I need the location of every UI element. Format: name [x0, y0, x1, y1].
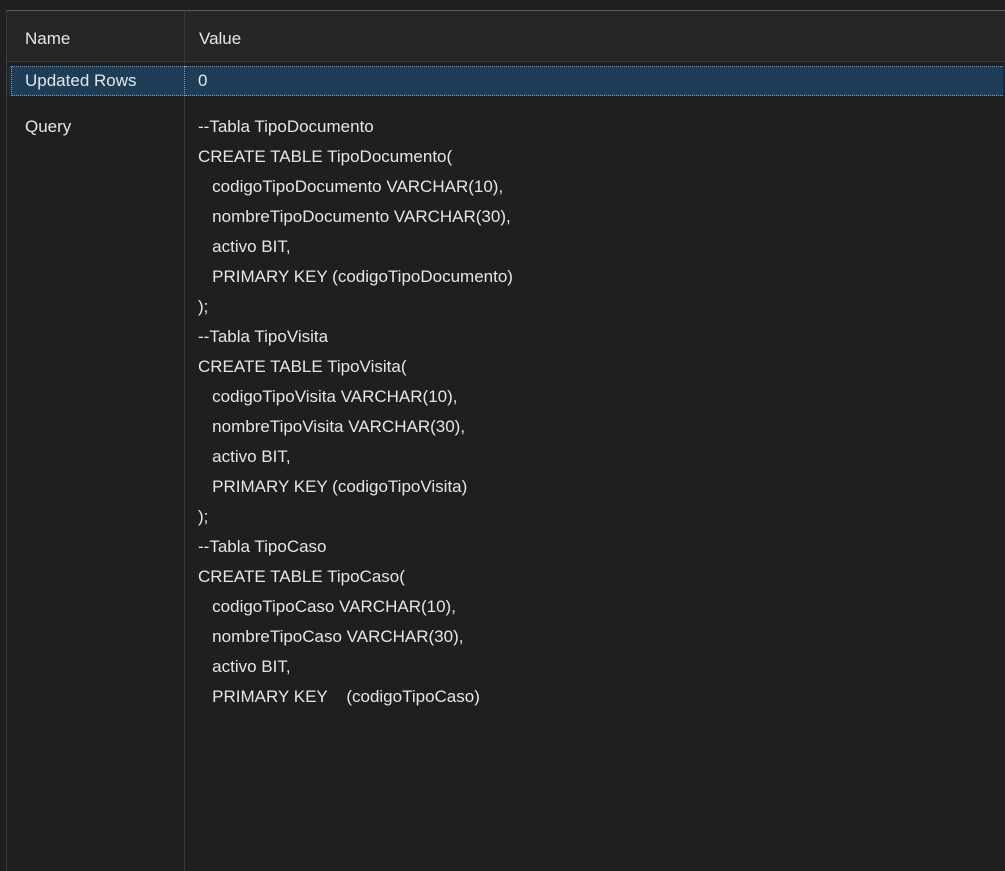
value-cell-selected[interactable]	[185, 66, 1003, 96]
query-line: codigoTipoCaso VARCHAR(10),	[198, 597, 456, 616]
query-line: --Tabla TipoDocumento	[198, 117, 374, 136]
query-line: CREATE TABLE TipoCaso(	[198, 567, 405, 586]
query-line: PRIMARY KEY (codigoTipoDocumento)	[198, 267, 513, 286]
query-line: activo BIT,	[198, 447, 291, 466]
query-line: nombreTipoCaso VARCHAR(30),	[198, 627, 464, 646]
query-line: codigoTipoVisita VARCHAR(10),	[198, 387, 458, 406]
column-divider[interactable]	[184, 11, 185, 871]
query-line: nombreTipoDocumento VARCHAR(30),	[198, 207, 511, 226]
query-line: PRIMARY KEY (codigoTipoCaso)	[198, 687, 480, 706]
left-border	[6, 10, 7, 871]
query-line: nombreTipoVisita VARCHAR(30),	[198, 417, 466, 436]
results-properties-grid: Name Value Updated Rows 0 Query --Tabla …	[0, 0, 1005, 871]
query-line: activo BIT,	[198, 237, 291, 256]
updated-rows-value: 0	[198, 71, 208, 90]
query-line: CREATE TABLE TipoDocumento(	[198, 147, 453, 166]
query-line: --Tabla TipoCaso	[198, 537, 327, 556]
query-line: --Tabla TipoVisita	[198, 327, 329, 346]
query-line: activo BIT,	[198, 657, 291, 676]
query-label[interactable]: Query	[25, 112, 71, 142]
column-header-name[interactable]: Name	[25, 11, 70, 61]
query-line: PRIMARY KEY (codigoTipoVisita)	[198, 477, 468, 496]
table-row-updated-rows[interactable]: Updated Rows 0	[7, 66, 1005, 96]
column-header-value[interactable]: Value	[199, 11, 241, 61]
query-line: codigoTipoDocumento VARCHAR(10),	[198, 177, 504, 196]
query-value[interactable]: --Tabla TipoDocumento CREATE TABLE TipoD…	[198, 112, 513, 712]
updated-rows-label: Updated Rows	[25, 71, 137, 90]
query-line: CREATE TABLE TipoVisita(	[198, 357, 407, 376]
query-line: );	[198, 297, 209, 316]
query-line: );	[198, 507, 209, 526]
grid-header: Name Value	[7, 11, 1005, 62]
